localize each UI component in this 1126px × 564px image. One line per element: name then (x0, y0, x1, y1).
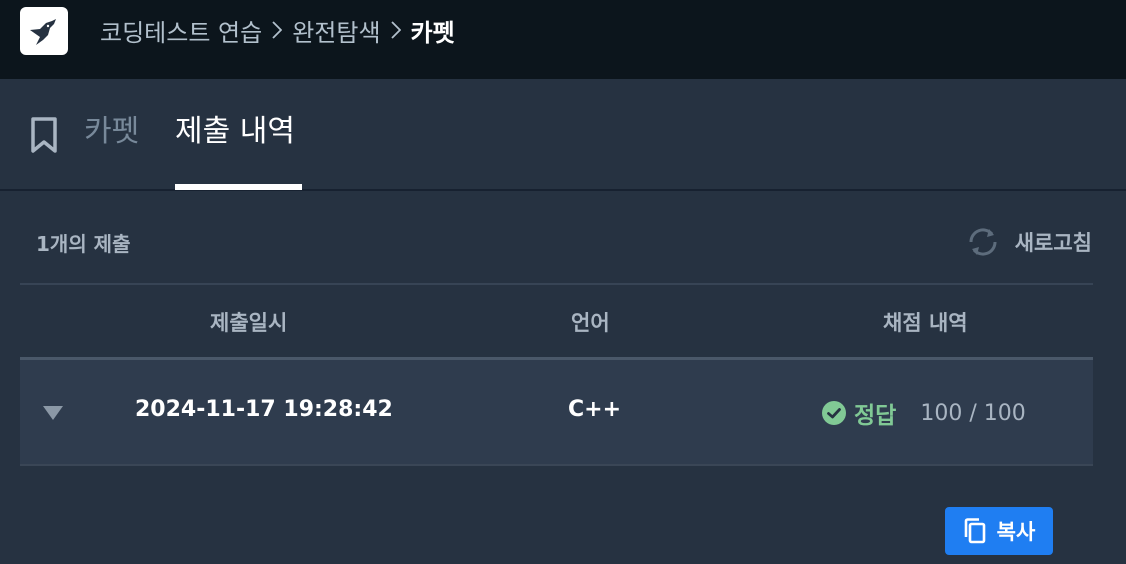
header-language: 언어 (571, 311, 610, 335)
top-navigation-bar: 코딩테스트 연습 완전탐색 카펫 (0, 0, 1126, 79)
logo[interactable] (20, 7, 68, 55)
submission-count: 1개의 제출 (36, 232, 131, 256)
verdict-text: 정답 (854, 403, 897, 429)
check-circle-icon (822, 401, 846, 425)
expand-triangle-icon[interactable] (42, 405, 64, 425)
active-tab-indicator (175, 184, 302, 190)
hummingbird-logo-icon (30, 19, 56, 45)
copy-label: 복사 (996, 520, 1036, 544)
header-grading: 채점 내역 (883, 311, 968, 335)
header-submitted-at: 제출일시 (210, 311, 288, 335)
submitted-at-value: 2024-11-17 19:28:42 (135, 397, 393, 422)
breadcrumb-coding-test[interactable]: 코딩테스트 연습 (100, 13, 262, 48)
tab-problem[interactable]: 카펫 (84, 110, 139, 154)
refresh-label: 새로고침 (1014, 231, 1092, 255)
copy-button[interactable]: 복사 (945, 507, 1053, 555)
breadcrumb-category[interactable]: 완전탐색 (292, 13, 380, 48)
breadcrumb-problem: 카펫 (410, 18, 455, 47)
grading-result: 정답 100 / 100 (822, 396, 1026, 430)
breadcrumb: 코딩테스트 연습 완전탐색 카펫 (100, 13, 455, 48)
chevron-right-icon (262, 14, 292, 46)
refresh-icon (969, 228, 997, 256)
tabs-bar (0, 79, 1126, 191)
tab-submissions[interactable]: 제출 내역 (175, 110, 295, 154)
language-value: C++ (568, 397, 622, 422)
submissions-table: 제출일시 언어 채점 내역 2024-11-17 19:28:42 C++ 정답… (20, 283, 1093, 466)
bookmark-icon[interactable] (30, 116, 58, 158)
chevron-right-icon (381, 14, 411, 46)
divider (20, 283, 1093, 285)
refresh-button[interactable]: 새로고침 (965, 226, 1092, 258)
table-row[interactable]: 2024-11-17 19:28:42 C++ 정답 100 / 100 (20, 360, 1093, 466)
score-value: 100 / 100 (920, 400, 1026, 426)
copy-icon (964, 518, 985, 544)
